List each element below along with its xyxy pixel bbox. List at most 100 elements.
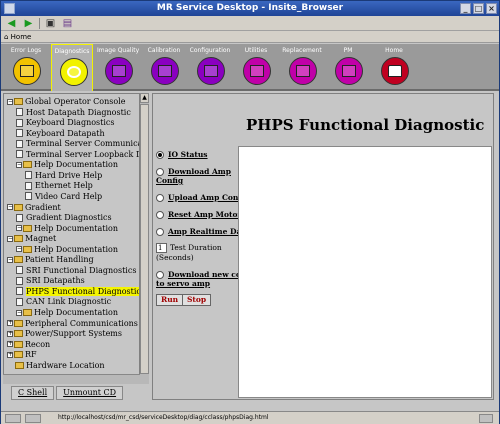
- tree-folder[interactable]: + Power/Support Systems: [7, 328, 122, 339]
- home-link[interactable]: Home: [11, 33, 32, 41]
- tree-item-label[interactable]: Patient Handling: [25, 255, 94, 264]
- expand-toggle-icon[interactable]: +: [7, 351, 13, 358]
- tree-folder[interactable]: − Help Documentation: [16, 307, 118, 318]
- tree-item[interactable]: SRI Functional Diagnostics: [16, 265, 136, 276]
- tree-item-label[interactable]: Help Documentation: [34, 308, 118, 317]
- tree-folder[interactable]: − Help Documentation: [16, 223, 118, 234]
- amp-realtime-radio[interactable]: [156, 228, 164, 236]
- io-status-radio[interactable]: [156, 151, 164, 159]
- cfg-icon[interactable]: [197, 57, 225, 85]
- nav-tab-pm[interactable]: PM: [327, 44, 369, 89]
- unmount-cd-button[interactable]: Unmount CD: [56, 386, 124, 400]
- home-icon[interactable]: ⌂: [4, 33, 11, 41]
- tree-item-label[interactable]: Help Documentation: [34, 245, 118, 254]
- repl-icon[interactable]: [289, 57, 317, 85]
- close-icon[interactable]: ×: [486, 3, 497, 14]
- nav-tab-diagnostics[interactable]: Diagnostics: [51, 44, 93, 91]
- tree-item-label[interactable]: PHPS Functional Diagnostics: [26, 286, 146, 296]
- expand-toggle-icon[interactable]: −: [7, 98, 13, 105]
- tree-item-label[interactable]: Global Operator Console: [25, 97, 125, 106]
- window-menu-icon[interactable]: [4, 3, 15, 14]
- log-icon[interactable]: [13, 57, 41, 85]
- expand-toggle-icon[interactable]: −: [7, 256, 13, 263]
- tree-item-label[interactable]: Video Card Help: [35, 192, 102, 201]
- tree-folder[interactable]: − Patient Handling: [7, 254, 94, 265]
- download-amp-option-line2[interactable]: Config: [156, 176, 183, 185]
- iq-icon[interactable]: [105, 57, 133, 85]
- tree-item-label[interactable]: Gradient: [25, 203, 61, 212]
- stop-button[interactable]: Stop: [182, 294, 212, 306]
- tree-item-label[interactable]: Recon: [25, 340, 50, 349]
- nav-tab-replacement[interactable]: Replacement: [281, 44, 323, 89]
- expand-toggle-icon[interactable]: −: [16, 246, 22, 253]
- cal-icon[interactable]: [151, 57, 179, 85]
- tree-item-label[interactable]: Magnet: [25, 234, 56, 243]
- tree-item[interactable]: CAN Link Diagnostic: [16, 296, 111, 307]
- tree-item[interactable]: PHPS Functional Diagnostics: [16, 286, 146, 297]
- nav-tab-configuration[interactable]: Configuration: [189, 44, 231, 89]
- tree-item[interactable]: Terminal Server Communications: [16, 138, 148, 149]
- nav-tab-utilities[interactable]: Utilities: [235, 44, 277, 89]
- io-status-label[interactable]: IO Status: [168, 150, 208, 159]
- nav-tab-error-logs[interactable]: Error Logs: [5, 44, 47, 89]
- download-amp-label-line2[interactable]: Config: [156, 176, 183, 185]
- scroll-up-icon[interactable]: ▲: [140, 93, 149, 103]
- expand-toggle-icon[interactable]: +: [7, 330, 13, 337]
- tree-item[interactable]: Keyboard Diagnostics: [16, 117, 115, 128]
- io-status-option[interactable]: IO Status: [156, 150, 208, 159]
- tree-item-label[interactable]: Help Documentation: [34, 160, 118, 169]
- amp-realtime-option[interactable]: Amp Realtime Data: [156, 227, 250, 236]
- upload-amp-option[interactable]: Upload Amp Config: [156, 193, 249, 202]
- expand-toggle-icon[interactable]: −: [7, 235, 13, 242]
- expand-toggle-icon[interactable]: −: [16, 161, 22, 168]
- forward-arrow-icon[interactable]: ▶: [22, 17, 35, 29]
- tree-item-label[interactable]: Hardware Location: [26, 361, 105, 370]
- tree-item[interactable]: Video Card Help: [25, 191, 102, 202]
- tree-item[interactable]: Gradient Diagnostics: [16, 212, 112, 223]
- download-amp-option[interactable]: Download Amp: [156, 167, 231, 176]
- tree-horizontal-scrollbar[interactable]: [3, 374, 140, 384]
- output-area[interactable]: [238, 146, 492, 398]
- diag-icon[interactable]: [60, 58, 88, 86]
- download-code-label-line2[interactable]: to servo amp: [156, 279, 210, 288]
- tree-folder[interactable]: + Recon: [7, 339, 50, 350]
- tree-vertical-scrollbar[interactable]: ▲: [139, 93, 149, 384]
- tree-item-label[interactable]: Ethernet Help: [35, 181, 93, 190]
- tree-folder[interactable]: − Global Operator Console: [7, 96, 125, 107]
- tree-item-label[interactable]: SRI Functional Diagnostics: [26, 266, 136, 275]
- tree-item[interactable]: Ethernet Help: [25, 180, 93, 191]
- tree-item-label[interactable]: Terminal Server Loopback Diagnostic: [26, 150, 148, 159]
- upload-amp-radio[interactable]: [156, 194, 164, 202]
- download-code-option[interactable]: Download new code: [156, 270, 251, 279]
- expand-toggle-icon[interactable]: +: [7, 341, 13, 348]
- run-button[interactable]: Run: [156, 294, 184, 306]
- tree-item-label[interactable]: CAN Link Diagnostic: [26, 297, 111, 306]
- tree-item-label[interactable]: Keyboard Diagnostics: [26, 118, 115, 127]
- download-amp-label[interactable]: Download Amp: [168, 167, 231, 176]
- tree-item-label[interactable]: RF: [25, 350, 37, 359]
- tree-item-label[interactable]: Power/Support Systems: [25, 329, 122, 338]
- expand-toggle-icon[interactable]: +: [7, 320, 13, 327]
- back-arrow-icon[interactable]: ◀: [5, 17, 18, 29]
- tree-item-label[interactable]: Hard Drive Help: [35, 171, 102, 180]
- reset-amp-radio[interactable]: [156, 211, 164, 219]
- tree-item[interactable]: Keyboard Datapath: [16, 128, 105, 139]
- tree-item-label[interactable]: SRI Datapaths: [26, 276, 85, 285]
- tree-item-label[interactable]: Gradient Diagnostics: [26, 213, 112, 222]
- tree-folder[interactable]: − Gradient: [7, 202, 61, 213]
- tree-item-label[interactable]: Host Datapath Diagnostic: [26, 108, 131, 117]
- upload-amp-label[interactable]: Upload Amp Config: [168, 193, 249, 202]
- tree-item-label[interactable]: Help Documentation: [34, 224, 118, 233]
- scroll-thumb[interactable]: [140, 104, 149, 374]
- reset-amp-label[interactable]: Reset Amp Motor: [168, 210, 241, 219]
- tree-item[interactable]: Hard Drive Help: [25, 170, 102, 181]
- expand-toggle-icon[interactable]: −: [7, 204, 13, 210]
- tree-folder[interactable]: − Magnet: [7, 233, 56, 244]
- expand-toggle-icon[interactable]: −: [16, 309, 22, 316]
- download-code-option-line2[interactable]: to servo amp: [156, 279, 210, 288]
- expand-toggle-icon[interactable]: −: [16, 225, 22, 232]
- print-icon[interactable]: ▣: [44, 17, 57, 29]
- tree-item-label[interactable]: Terminal Server Communications: [26, 139, 148, 148]
- duration-input[interactable]: 1: [156, 243, 167, 253]
- minimize-icon[interactable]: _: [460, 3, 471, 14]
